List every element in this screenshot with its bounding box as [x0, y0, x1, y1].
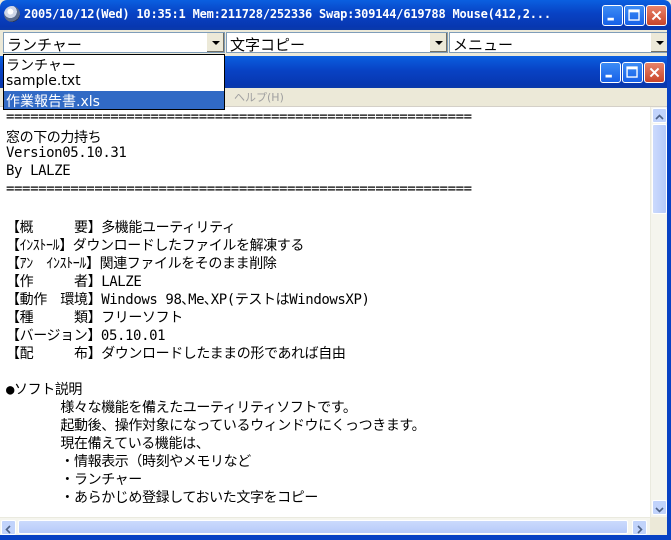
scroll-down-button[interactable]	[652, 500, 667, 515]
document-line: 【ｲﾝｽﾄｰﾙ】ダウンロードしたファイルを解凍する	[6, 238, 304, 254]
window-frame-right	[667, 30, 671, 540]
launcher-combo[interactable]: ランチャー	[3, 32, 225, 54]
dropdown-item-selected[interactable]: 作業報告書.xls	[4, 91, 224, 110]
inner-minimize-button[interactable]	[600, 62, 621, 83]
dropdown-item[interactable]: sample.txt	[4, 73, 224, 91]
chevron-down-icon[interactable]	[206, 33, 224, 52]
document-line: 【ｱﾝ ｲﾝｽﾄｰﾙ】関連ファイルをそのまま削除	[6, 256, 277, 272]
document-line: 【配 布】ダウンロードしたままの形であれば自由	[6, 346, 346, 362]
document-line: ========================================…	[6, 181, 472, 197]
scroll-left-button[interactable]	[1, 520, 16, 535]
vertical-scrollbar[interactable]	[650, 107, 668, 517]
dropdown-item[interactable]: ランチャー	[4, 55, 224, 74]
minimize-icon	[605, 74, 612, 78]
horizontal-scrollbar[interactable]	[0, 517, 650, 536]
document-line: 起動後、操作対象になっているウィンドウにくっつきます。	[6, 418, 426, 434]
toolbar: ランチャー 文字コピー メニュー	[0, 30, 671, 54]
chevron-up-icon	[655, 114, 664, 120]
chevron-down-icon[interactable]	[650, 33, 668, 52]
document-line: Version05.10.31	[6, 145, 127, 161]
window-frame-bottom	[0, 535, 671, 540]
inner-close-button[interactable]	[644, 62, 665, 83]
document-line: ・あらかじめ登録しておいた文字をコピー	[6, 490, 318, 506]
close-icon	[649, 67, 660, 78]
inner-maximize-button[interactable]	[622, 62, 643, 83]
document-line: By LALZE	[6, 163, 71, 179]
text-copy-combo-value: 文字コピー	[230, 36, 306, 54]
scroll-right-button[interactable]	[632, 520, 647, 535]
document-line: 【作 者】LALZE	[6, 274, 142, 290]
document-line: 現在備えている機能は、	[6, 436, 210, 452]
document-line: 【概 要】多機能ユーティリティ	[6, 220, 236, 236]
title-bar[interactable]: 2005/10/12(Wed) 10:35:1 Mem:211728/25233…	[0, 0, 671, 30]
minimize-button[interactable]	[602, 5, 623, 26]
maximize-icon	[628, 9, 640, 21]
close-icon	[651, 10, 662, 21]
launcher-combo-value: ランチャー	[7, 36, 82, 54]
document-line: ・ランチャー	[6, 472, 142, 488]
text-copy-combo[interactable]: 文字コピー	[226, 32, 448, 54]
scroll-up-button[interactable]	[652, 108, 667, 123]
chevron-down-icon[interactable]	[429, 33, 447, 52]
document-line: ========================================…	[6, 109, 472, 125]
menu-help[interactable]: ヘルプ(H)	[234, 89, 284, 105]
chevron-down-icon	[655, 507, 664, 513]
launcher-dropdown-list[interactable]: ランチャー sample.txt 作業報告書.xls	[3, 54, 225, 110]
document-line: 【バージョン】05.10.01	[6, 328, 166, 344]
vertical-scroll-thumb[interactable]	[652, 124, 667, 214]
document-text-area[interactable]: ========================================…	[0, 107, 650, 517]
document-line: ・情報表示（時刻やメモリなど	[6, 454, 251, 470]
document-line: 【種 類】フリーソフト	[6, 310, 183, 326]
document-line: 様々な機能を備えたユーティリティソフトです。	[6, 400, 357, 416]
app-icon[interactable]	[4, 6, 20, 22]
horizontal-scroll-thumb[interactable]	[18, 520, 628, 534]
window-title: 2005/10/12(Wed) 10:35:1 Mem:211728/25233…	[24, 7, 551, 21]
maximize-button[interactable]	[624, 5, 645, 26]
size-grip[interactable]	[650, 517, 667, 535]
menu-combo-value: メニュー	[453, 36, 514, 54]
document-line: 【動作 環境】Windows 98､Me､XP(テストはWindowsXP)	[6, 292, 370, 308]
close-button[interactable]	[646, 5, 667, 26]
maximize-icon	[626, 66, 638, 78]
document-line: 窓の下の力持ち	[6, 130, 102, 146]
document-line: ●ソフト説明	[6, 382, 83, 398]
minimize-icon	[607, 17, 614, 21]
menu-combo[interactable]: メニュー	[449, 32, 669, 54]
